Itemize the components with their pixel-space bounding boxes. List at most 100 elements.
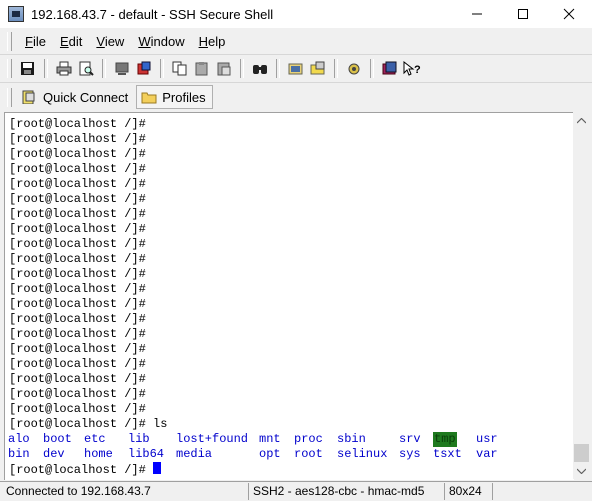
profilesbar-grip: [7, 87, 12, 107]
terminal-line: [root@localhost /]#: [9, 327, 146, 341]
terminal-area[interactable]: [root@localhost /]# [root@localhost /]# [r…: [4, 112, 574, 480]
ls-entry: media: [176, 447, 213, 461]
current-prompt-line: [root@localhost /]#: [9, 462, 162, 477]
terminal-line: [root@localhost /]#: [9, 312, 146, 326]
toolbar-separator: [276, 59, 280, 78]
terminal-line: [root@localhost /]#: [9, 267, 146, 281]
menubar-grip: [7, 32, 12, 51]
ls-entry: sbin: [337, 432, 366, 446]
ls-entry: lost+found: [176, 432, 249, 446]
status-bar: Connected to 192.168.43.7 SSH2 - aes128-…: [0, 481, 592, 501]
profiles-bar: Quick Connect Profiles: [0, 83, 592, 111]
menu-bar: File Edit View Window Help: [0, 29, 592, 55]
terminal-cursor: [153, 462, 162, 474]
profiles-button[interactable]: Profiles: [136, 85, 213, 109]
title-bar: 192.168.43.7 - default - SSH Secure Shel…: [0, 0, 592, 28]
terminal-line: [root@localhost /]#: [9, 357, 146, 371]
terminal-line: [root@localhost /]#: [9, 132, 146, 146]
scroll-down-arrow[interactable]: [573, 462, 590, 479]
help-topics-icon[interactable]: [380, 59, 399, 78]
terminal-line: [root@localhost /]#: [9, 147, 146, 161]
find-icon[interactable]: [250, 59, 269, 78]
status-connection: Connected to 192.168.43.7: [6, 484, 151, 498]
menu-window[interactable]: Window: [131, 32, 191, 52]
paste-icon[interactable]: [192, 59, 211, 78]
new-file-transfer-icon[interactable]: [134, 59, 153, 78]
scroll-up-arrow[interactable]: [573, 112, 590, 129]
toolbar-separator: [44, 59, 48, 78]
new-terminal-icon[interactable]: [112, 59, 131, 78]
terminal-line: [root@localhost /]#: [9, 117, 146, 131]
ls-entry: tsxt: [433, 447, 462, 461]
terminal-line: [root@localhost /]#: [9, 177, 146, 191]
menu-file[interactable]: File: [18, 32, 53, 52]
ssh-app-icon: [8, 6, 24, 22]
ls-entry: home: [84, 447, 113, 461]
ls-entry: mnt: [259, 432, 281, 446]
ls-entry: alo: [8, 432, 30, 446]
terminal-line: [root@localhost /]#: [9, 162, 146, 176]
copy-icon[interactable]: [170, 59, 189, 78]
status-cipher: SSH2 - aes128-cbc - hmac-md5: [248, 483, 444, 500]
toolbar-separator: [102, 59, 106, 78]
profile-settings-icon[interactable]: [286, 59, 305, 78]
ls-entry: bin: [8, 447, 30, 461]
scroll-thumb[interactable]: [574, 444, 589, 462]
terminal-scrollbar[interactable]: [573, 112, 590, 479]
minimize-button[interactable]: [454, 0, 500, 28]
toolbar-separator: [240, 59, 244, 78]
quick-connect-button[interactable]: Quick Connect: [18, 85, 134, 109]
window-title: 192.168.43.7 - default - SSH Secure Shel…: [31, 6, 274, 22]
ls-entry: usr: [476, 432, 498, 446]
ls-entry: root: [294, 447, 323, 461]
maximize-button[interactable]: [500, 0, 546, 28]
ls-entry: lib: [128, 432, 150, 446]
settings-icon[interactable]: [308, 59, 327, 78]
terminal-line: [root@localhost /]#: [9, 282, 146, 296]
profiles-label: Profiles: [162, 89, 206, 105]
toolbar-grip: [7, 59, 12, 78]
terminal-line: [root@localhost /]#: [9, 192, 146, 206]
svg-text:?: ?: [414, 64, 421, 76]
terminal-line: [root@localhost /]#: [9, 402, 146, 416]
ls-entry: sys: [399, 447, 421, 461]
menu-help[interactable]: Help: [192, 32, 233, 52]
terminal-line: [root@localhost /]#: [9, 207, 146, 221]
terminal-line: [root@localhost /]#: [9, 372, 146, 386]
ls-entry: dev: [43, 447, 65, 461]
terminal-line: [root@localhost /]#: [9, 387, 146, 401]
toolbar-separator: [370, 59, 374, 78]
ls-entry: boot: [43, 432, 72, 446]
paste-file-icon[interactable]: [214, 59, 233, 78]
toolbar-separator: [334, 59, 338, 78]
toolbar-separator: [160, 59, 164, 78]
quick-connect-icon: [22, 90, 35, 104]
configure-icon[interactable]: [344, 59, 363, 78]
print-preview-icon[interactable]: [76, 59, 95, 78]
ls-entry: srv: [399, 432, 421, 446]
ls-entry: etc: [84, 432, 106, 446]
terminal-line: [root@localhost /]#: [9, 297, 146, 311]
whats-this-help-icon[interactable]: ?: [402, 59, 421, 78]
ls-entry: proc: [294, 432, 323, 446]
ls-entry: tmp: [433, 432, 457, 447]
quick-connect-label: Quick Connect: [43, 89, 129, 105]
ls-entry: selinux: [337, 447, 388, 461]
ls-entry: opt: [259, 447, 281, 461]
status-empty-pane: [492, 483, 592, 500]
ls-entry: lib64: [128, 447, 165, 461]
menu-edit[interactable]: Edit: [53, 32, 89, 52]
ls-entry: var: [476, 447, 498, 461]
terminal-line: [root@localhost /]#: [9, 252, 146, 266]
save-icon[interactable]: [18, 59, 37, 78]
menu-view[interactable]: View: [89, 32, 131, 52]
current-prompt: [root@localhost /]#: [9, 463, 154, 477]
terminal-line: [root@localhost /]#: [9, 342, 146, 356]
terminal-line: [root@localhost /]#: [9, 222, 146, 236]
status-terminal-size: 80x24: [444, 483, 492, 500]
terminal-line: [root@localhost /]#: [9, 237, 146, 251]
close-button[interactable]: [546, 0, 592, 28]
folder-icon: [141, 92, 157, 104]
print-icon[interactable]: [54, 59, 73, 78]
ls-command-line: [root@localhost /]# ls: [9, 417, 168, 431]
